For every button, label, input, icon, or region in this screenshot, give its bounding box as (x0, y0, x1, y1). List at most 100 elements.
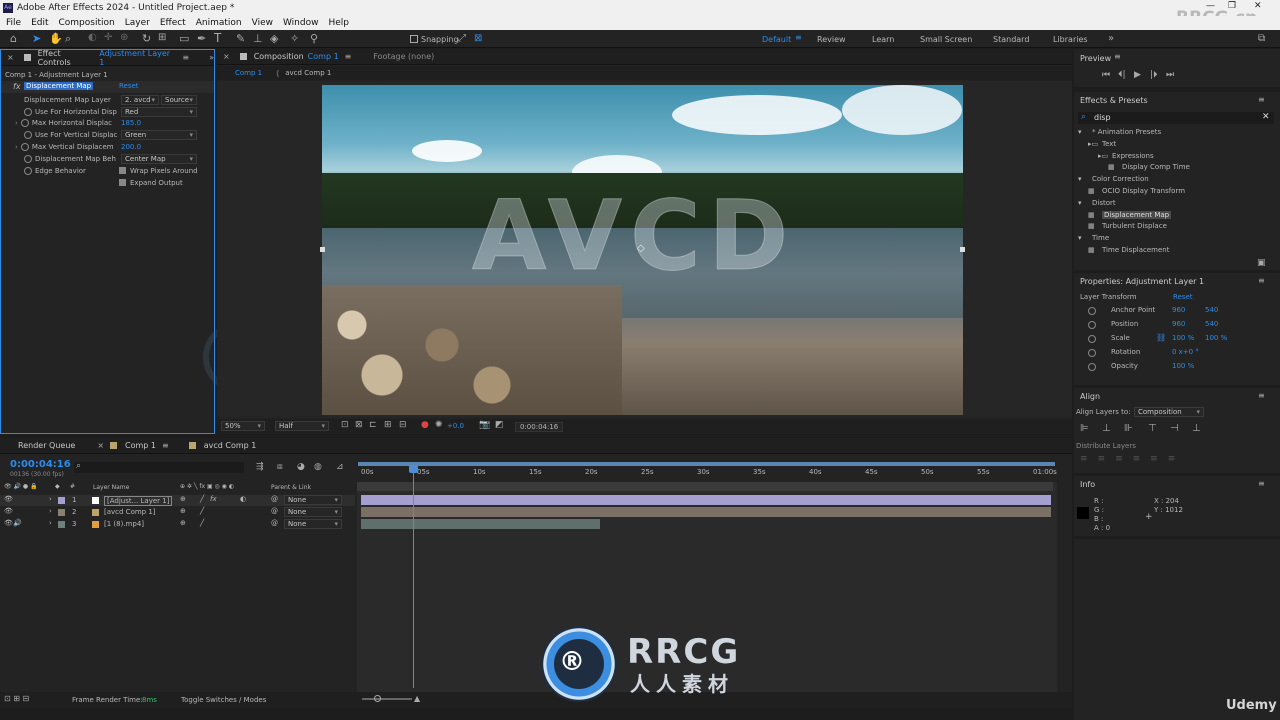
layer-name-column[interactable]: Layer Name (93, 484, 129, 491)
checkbox-checked-icon[interactable] (119, 167, 126, 174)
snap-target-icon[interactable]: ⊠ (474, 33, 482, 44)
transform-reset-link[interactable]: Reset (1173, 293, 1193, 301)
panel-menu-icon[interactable]: ≡ (1258, 479, 1265, 488)
selection-tool-icon[interactable]: ➤ (32, 32, 41, 45)
toggle-switches-modes[interactable]: Toggle Switches / Modes (181, 696, 266, 704)
composition-tab[interactable]: Composition (254, 52, 304, 61)
menu-window[interactable]: Window (283, 18, 319, 28)
fx-switch-icon[interactable]: fx (210, 495, 217, 503)
panel-menu-icon[interactable]: ≡ (1258, 391, 1265, 400)
audio-icon[interactable]: 🔊 (13, 519, 22, 527)
effect-name[interactable]: Displacement Map (24, 82, 94, 90)
roto-brush-tool-icon[interactable]: ✧ (290, 32, 299, 45)
next-frame-icon[interactable]: |⏵ (1150, 70, 1158, 80)
property-value[interactable]: 540 (1205, 306, 1218, 314)
stopwatch-icon[interactable] (24, 154, 32, 163)
label-color-swatch[interactable] (58, 497, 65, 504)
pan-tool-icon[interactable]: ✛ (104, 32, 112, 43)
stopwatch-icon[interactable] (24, 107, 32, 116)
exposure-icon[interactable]: ✺ (435, 420, 443, 430)
displacement-source-select[interactable]: Source (161, 95, 197, 105)
layer-handle[interactable] (320, 247, 325, 252)
panel-lock-icon[interactable] (239, 53, 247, 60)
last-frame-icon[interactable]: ⏭ (1166, 70, 1174, 80)
quality-switch-icon[interactable]: ╱ (200, 507, 204, 515)
expand-triangle-icon[interactable]: › (49, 519, 52, 527)
use-horizontal-select[interactable]: Red (121, 107, 197, 117)
panel-menu-icon[interactable]: ≡ (182, 53, 189, 62)
layer-bar-adjustment[interactable] (361, 495, 1051, 505)
comp-mini-flowchart-icon[interactable]: ⇶ (256, 462, 264, 472)
pick-whip-icon[interactable]: @ (271, 519, 278, 527)
layer-row[interactable]: 👁 🔊 › 3 [1 (8).mp4] ⊕ ╱ @ None (0, 519, 355, 530)
shy-layers-icon[interactable]: ◕ (297, 462, 305, 472)
property-value[interactable]: 960 (1172, 320, 1185, 328)
workspace-review[interactable]: Review (817, 35, 846, 44)
draft-3d-icon[interactable]: ⧈ (277, 462, 283, 472)
comp-navigator-bar[interactable] (357, 482, 1053, 491)
shy-switch-icon[interactable]: ⊕ (180, 507, 186, 515)
work-area-bar[interactable] (358, 462, 1055, 466)
hand-tool-icon[interactable]: ✋ (49, 32, 63, 45)
layer-search-field[interactable]: ⌕ (74, 461, 244, 473)
menu-composition[interactable]: Composition (59, 18, 115, 28)
eraser-tool-icon[interactable]: ◈ (270, 32, 278, 45)
parent-select[interactable]: None (284, 519, 342, 529)
composition-tab-comp[interactable]: Comp 1 (308, 52, 339, 61)
layer-handle[interactable] (960, 247, 965, 252)
workspace-libraries[interactable]: Libraries (1053, 35, 1088, 44)
clear-search-icon[interactable]: ✕ (1262, 112, 1270, 122)
grid-icon[interactable]: ⊞ (384, 420, 392, 430)
layer-row[interactable]: 👁 › 2 [avcd Comp 1] ⊕ ╱ @ None (0, 507, 355, 518)
clone-stamp-tool-icon[interactable]: ⊥ (253, 32, 263, 45)
tree-item[interactable]: ▦ Displacement Map (1074, 210, 1280, 221)
footage-tab[interactable]: Footage (none) (373, 52, 434, 61)
avcd-comp-timeline-tab[interactable]: avcd Comp 1 (204, 441, 257, 450)
channel-icon[interactable]: ⊟ (399, 420, 407, 430)
panel-menu-icon[interactable]: ≡ (162, 441, 169, 450)
layer-name[interactable]: [1 (8).mp4] (104, 520, 144, 528)
label-color-swatch[interactable] (58, 521, 65, 528)
property-value[interactable]: 100 % (1172, 362, 1194, 370)
viewer-time[interactable]: 0:00:04:16 (515, 422, 564, 432)
visibility-eye-icon[interactable]: 👁 (4, 495, 13, 503)
shy-switch-icon[interactable]: ⊕ (180, 519, 186, 527)
visibility-eye-icon[interactable]: 👁 (4, 507, 13, 515)
effect-row[interactable]: fx Displacement Map Reset (1, 81, 214, 93)
tree-item[interactable]: ▦ OCIO Display Transform (1074, 186, 1280, 197)
render-queue-tab[interactable]: Render Queue (18, 441, 75, 450)
layer-bar-avcd-comp[interactable] (361, 507, 1051, 517)
stopwatch-icon[interactable] (24, 130, 32, 139)
use-vertical-select[interactable]: Green (121, 130, 197, 140)
expand-triangle-icon[interactable]: › (49, 495, 52, 503)
pick-whip-icon[interactable]: @ (271, 495, 278, 503)
tree-category[interactable]: ▾ Time (1074, 233, 1280, 244)
tree-item[interactable]: ▦ Display Comp Time (1074, 162, 1280, 173)
stopwatch-icon[interactable] (1088, 363, 1096, 371)
effects-search-value[interactable]: disp (1094, 113, 1111, 122)
tree-category[interactable]: ▾ * Animation Presets (1074, 127, 1280, 138)
workspace-learn[interactable]: Learn (872, 35, 894, 44)
anchor-point-icon[interactable]: ◇ (637, 243, 645, 254)
align-right-icon[interactable]: ⊪ (1124, 423, 1133, 434)
share-icon[interactable]: ⧉ (1258, 33, 1265, 44)
workspace-default[interactable]: Default (762, 35, 791, 44)
expand-panels-icon[interactable]: » (209, 53, 214, 62)
expand-output-checkbox[interactable]: Expand Output (119, 177, 183, 188)
fx-toggle-icon[interactable]: fx (13, 82, 21, 91)
wrap-pixels-checkbox[interactable]: Wrap Pixels Around (119, 165, 198, 176)
menu-effect[interactable]: Effect (160, 18, 186, 28)
exposure-value[interactable]: +0.0 (447, 422, 464, 430)
prev-frame-icon[interactable]: ⏴| (1118, 70, 1126, 80)
property-value[interactable]: 540 (1205, 320, 1218, 328)
breadcrumb-avcd-comp[interactable]: avcd Comp 1 (285, 69, 331, 77)
stopwatch-icon[interactable] (20, 142, 29, 151)
panel-lock-icon[interactable] (23, 54, 31, 61)
resolution-select[interactable]: Half (275, 421, 329, 431)
graph-editor-icon[interactable]: ⊿ (336, 462, 344, 472)
region-of-interest-icon[interactable]: ⊡ (341, 420, 349, 430)
displaced-text[interactable]: AVCD (471, 180, 796, 293)
render-time-icons[interactable]: ⊡ ⊞ ⊟ (4, 694, 29, 703)
stopwatch-icon[interactable] (1088, 307, 1096, 315)
constrain-proportions-icon[interactable]: ⛓ (1156, 333, 1166, 342)
